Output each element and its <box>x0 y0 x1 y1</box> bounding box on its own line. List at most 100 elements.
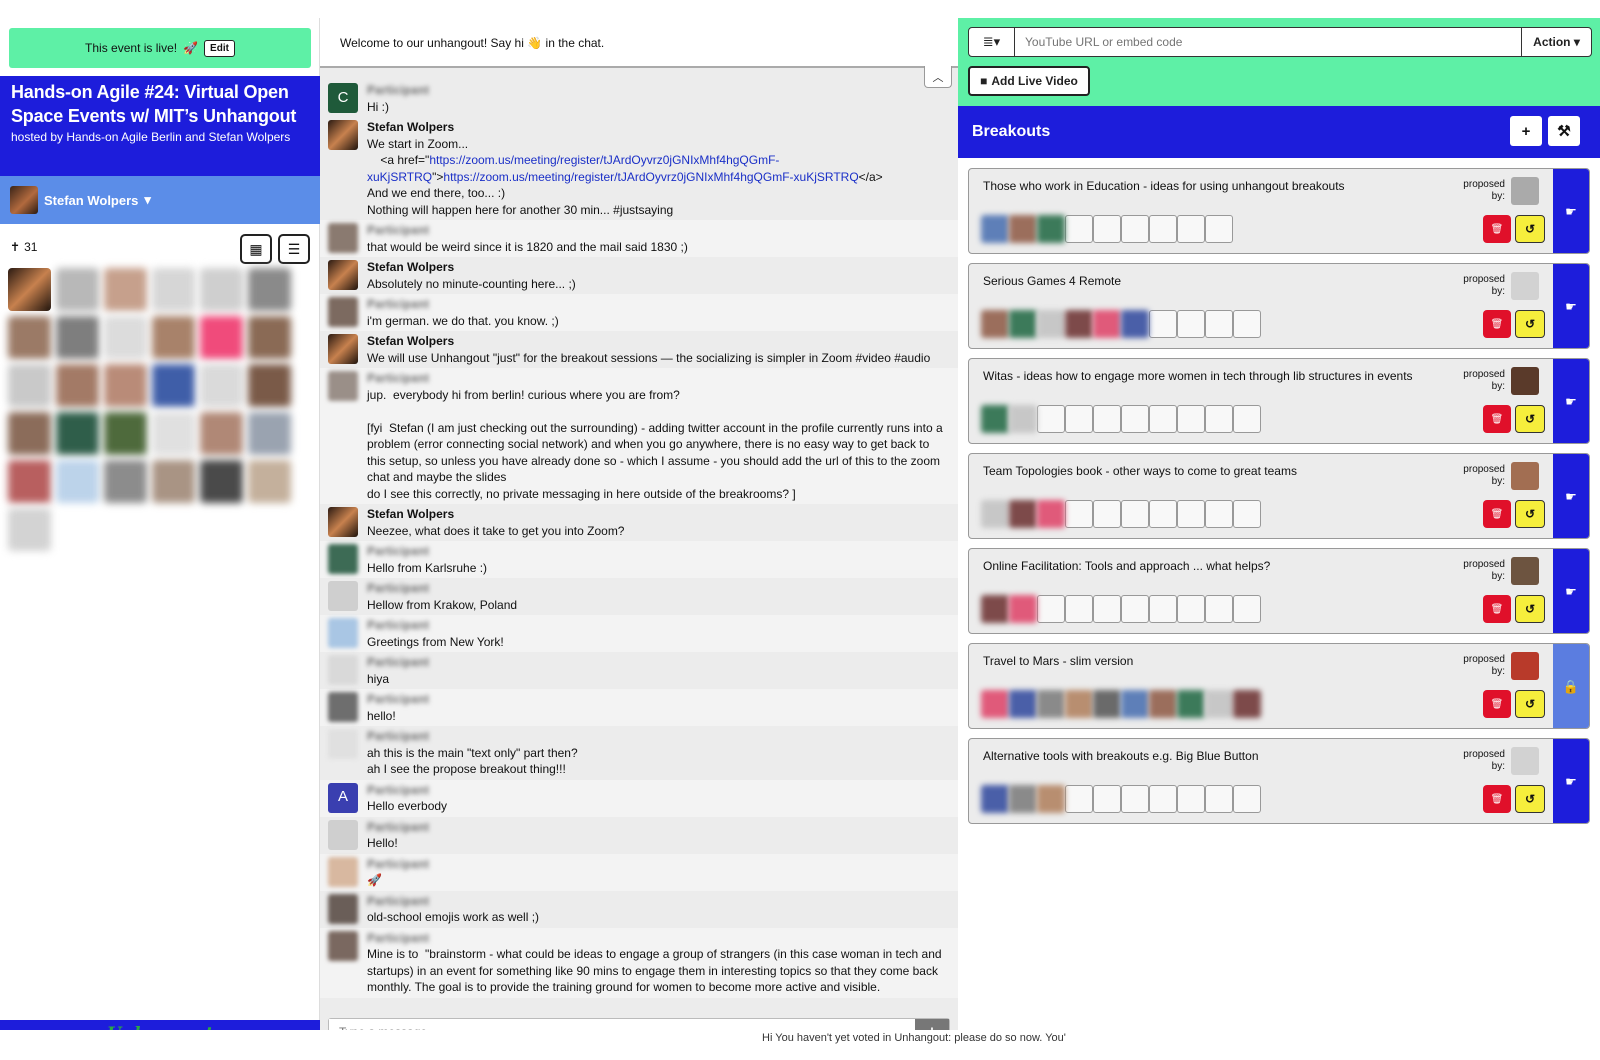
message-author: Participant <box>367 83 430 97</box>
participant-slot-empty <box>1177 500 1205 528</box>
reset-breakout-button[interactable]: ↺ <box>1515 690 1545 718</box>
participant-slot-empty <box>1177 215 1205 243</box>
attendee-avatar[interactable] <box>104 460 147 503</box>
lock-icon[interactable]: 🔒 <box>1553 644 1589 728</box>
avatar <box>328 544 358 574</box>
participant-slot-filled <box>981 310 1009 338</box>
attendee-avatar[interactable] <box>8 316 51 359</box>
event-title-block: Hands-on Agile #24: Virtual Open Space E… <box>0 76 320 176</box>
delete-breakout-button[interactable]: 🗑 <box>1483 310 1511 338</box>
attendee-avatar[interactable] <box>248 268 291 311</box>
reset-breakout-button[interactable]: ↺ <box>1515 310 1545 338</box>
attendee-avatar[interactable] <box>104 316 147 359</box>
attendee-avatar[interactable] <box>8 412 51 455</box>
user-menu[interactable]: Stefan Wolpers ▾ <box>0 176 320 224</box>
avatar <box>328 930 358 961</box>
breakout-title: Alternative tools with breakouts e.g. Bi… <box>983 749 1259 763</box>
proposer-avatar <box>1511 557 1539 585</box>
message-text: 🚀 <box>367 873 382 887</box>
reset-breakout-button[interactable]: ↺ <box>1515 215 1545 243</box>
breakout-title: Those who work in Education - ideas for … <box>983 179 1345 193</box>
participant-slot-filled <box>1065 690 1093 718</box>
participant-slot-empty <box>1149 310 1177 338</box>
message-text: jup. everybody hi from berlin! curious w… <box>367 387 943 501</box>
list-view-button[interactable]: ☰ <box>278 234 310 264</box>
join-breakout-button[interactable]: ☛ <box>1553 454 1589 538</box>
breakout-session: Those who work in Education - ideas for … <box>968 168 1590 254</box>
reset-breakout-button[interactable]: ↺ <box>1515 500 1545 528</box>
attendee-avatar[interactable] <box>56 364 99 407</box>
participant-slot-empty <box>1233 595 1261 623</box>
attendee-count-value: 31 <box>24 240 38 254</box>
attendee-avatar[interactable] <box>248 364 291 407</box>
live-banner: This event is live! 🚀 Edit <box>9 28 311 68</box>
message-author: Participant <box>367 856 430 871</box>
delete-breakout-button[interactable]: 🗑 <box>1483 785 1511 813</box>
add-breakout-button[interactable]: + <box>1510 116 1542 146</box>
attendee-avatar[interactable] <box>104 364 147 407</box>
attendee-avatar[interactable] <box>56 268 99 311</box>
participant-slot-filled <box>1009 595 1037 623</box>
attendee-avatar[interactable] <box>152 316 195 359</box>
attendee-avatar[interactable] <box>200 412 243 455</box>
attendee-avatar[interactable] <box>200 364 243 407</box>
attendee-avatar[interactable] <box>200 316 243 359</box>
join-breakout-button[interactable]: ☛ <box>1553 549 1589 633</box>
avatar: A <box>328 782 358 813</box>
attendee-avatar[interactable] <box>8 460 51 503</box>
action-dropdown[interactable]: Action ▾ <box>1521 28 1591 56</box>
message-text: ah this is the main "text only" part the… <box>367 745 578 777</box>
attendee-avatar[interactable] <box>56 412 99 455</box>
reset-breakout-button[interactable]: ↺ <box>1515 785 1545 813</box>
embed-menu-button[interactable]: ≣▾ <box>969 28 1015 56</box>
reset-breakout-button[interactable]: ↺ <box>1515 405 1545 433</box>
delete-breakout-button[interactable]: 🗑 <box>1483 215 1511 243</box>
delete-breakout-button[interactable]: 🗑 <box>1483 405 1511 433</box>
attendee-avatar[interactable] <box>248 460 291 503</box>
participant-slot-filled <box>1065 310 1093 338</box>
chat-messages[interactable]: C Participant Hi :) Stefan Wolpers We st… <box>320 80 958 1016</box>
attendee-avatar[interactable] <box>200 268 243 311</box>
edit-event-button[interactable]: Edit <box>204 39 235 57</box>
join-breakout-button[interactable]: ☛ <box>1553 264 1589 348</box>
message-author: Stefan Wolpers <box>367 120 455 134</box>
attendee-avatar[interactable] <box>248 316 291 359</box>
attendee-avatar[interactable] <box>56 460 99 503</box>
join-breakout-button[interactable]: ☛ <box>1553 739 1589 823</box>
attendee-avatar[interactable] <box>8 268 51 311</box>
message-text: Hellow from Krakow, Poland <box>367 597 518 612</box>
proposed-by-label: proposed by: <box>1463 369 1505 392</box>
breakout-title: Online Facilitation: Tools and approach … <box>983 559 1271 573</box>
chat-panel: Welcome to our unhangout! Say hi 👋 in th… <box>320 18 958 1048</box>
attendee-avatar[interactable] <box>8 508 51 551</box>
zoom-link-2[interactable]: https://zoom.us/meeting/register/tJArdOy… <box>443 170 858 184</box>
delete-breakout-button[interactable]: 🗑 <box>1483 500 1511 528</box>
message-author: Participant <box>367 581 430 595</box>
join-breakout-button[interactable]: ☛ <box>1553 169 1589 253</box>
delete-breakout-button[interactable]: 🗑 <box>1483 690 1511 718</box>
attendee-avatar[interactable] <box>56 316 99 359</box>
attendee-avatar[interactable] <box>104 268 147 311</box>
attendee-count: ✝ 31 <box>10 240 37 254</box>
admin-tools-button[interactable]: ⚒ <box>1548 116 1580 146</box>
attendee-avatar[interactable] <box>104 412 147 455</box>
message-text: Hi :) <box>367 99 389 114</box>
attendee-avatar[interactable] <box>152 364 195 407</box>
participant-slot-filled <box>1009 215 1037 243</box>
attendee-avatar[interactable] <box>248 412 291 455</box>
attendee-avatar[interactable] <box>152 268 195 311</box>
attendee-avatar[interactable] <box>152 412 195 455</box>
participant-slots <box>981 310 1261 338</box>
grid-view-button[interactable]: ▦ <box>240 234 272 264</box>
chat-message: Participant hello! <box>320 689 958 726</box>
join-breakout-button[interactable]: ☛ <box>1553 359 1589 443</box>
delete-breakout-button[interactable]: 🗑 <box>1483 595 1511 623</box>
attendee-avatar[interactable] <box>8 364 51 407</box>
video-url-input[interactable] <box>1015 28 1521 56</box>
reset-breakout-button[interactable]: ↺ <box>1515 595 1545 623</box>
attendee-avatar[interactable] <box>152 460 195 503</box>
participant-slot-empty <box>1177 310 1205 338</box>
attendee-avatar[interactable] <box>200 460 243 503</box>
add-live-video-button[interactable]: ■ Add Live Video <box>968 66 1090 96</box>
breakouts-header: Breakouts + ⚒ <box>958 106 1600 158</box>
